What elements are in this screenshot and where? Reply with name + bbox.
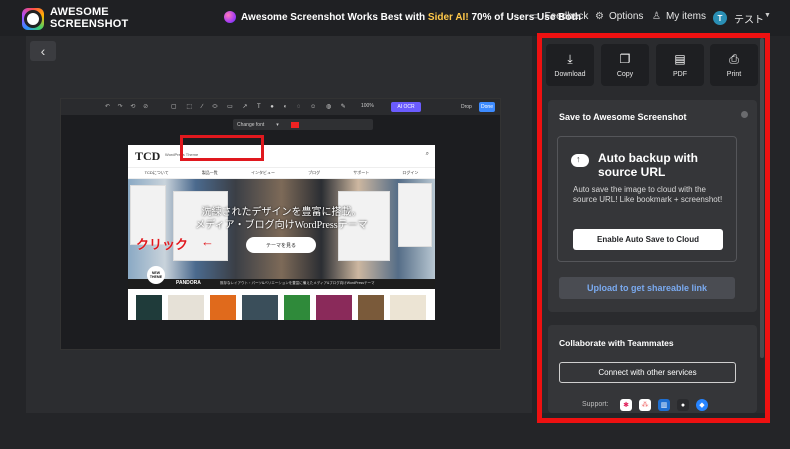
chevron-down-icon[interactable]: ▼ [764,12,771,19]
copy-icon: ❐ [619,51,631,66]
webpage-logo: TCD [135,149,161,163]
app-logo-text: AWESOME SCREENSHOT [50,6,128,30]
feedback-icon: ▭ [530,11,540,22]
my-items-label: My items [665,11,706,22]
webpage-nav-item: ブログ [308,170,321,175]
app-logo-icon [22,8,44,30]
brand-line-2: SCREENSHOT [50,18,129,30]
promo-prefix: Awesome Screenshot Works Best with [241,11,428,23]
pdf-icon: ▤ [674,51,686,66]
actions-panel: ⤓ Download ❐ Copy ▤ PDF ⎙ Print Save to … [537,36,767,413]
copy-label: Copy [616,70,634,78]
webpage-nav-item: サポート [353,170,370,175]
webpage-nav-item: TCDについて [144,170,169,175]
download-button[interactable]: ⤓ Download [546,44,594,86]
annotation-rectangle[interactable] [180,135,264,161]
auto-backup-card: Auto backup with source URL Auto save th… [557,136,737,262]
auto-backup-description: Auto save the image to cloud with the so… [573,185,723,204]
trello-icon: ▥ [658,399,670,411]
print-label: Print [726,70,742,78]
drop-button[interactable]: Drop [461,104,472,110]
hero-strip-text: 既存なレイアウト・パーツ&バリエーションを豊富に備えたメディア&ブログ向けWor… [220,281,375,285]
webpage-header: TCD WordPress Theme ⌕ [128,145,435,167]
zoom-level[interactable]: 100% [361,103,374,109]
info-icon[interactable] [741,111,748,118]
font-select[interactable]: Change font [237,122,264,128]
chevron-left-icon: ‹ [40,43,46,59]
theme-thumb [210,295,236,320]
theme-thumb [136,295,162,320]
options-label: Options [608,11,644,22]
theme-thumb [358,295,384,320]
theme-thumb [284,295,310,320]
upload-shareable-link-button[interactable]: Upload to get shareable link [559,277,735,299]
back-button[interactable]: ‹ [30,41,56,61]
user-name[interactable]: テスト [734,11,764,26]
ai-ocr-button[interactable]: AI OCR [391,102,421,112]
download-icon: ⤓ [567,51,573,66]
drawing-tools-icons[interactable]: ▢ ⬚ ∕ ⬭ ▭ ↗ T ● ◐ ◌ ☺ ◍ ✎ [171,103,350,111]
pdf-label: PDF [673,70,687,78]
hero-subtitle: メディア・ブログ向けWordPressテーマ [195,220,368,231]
panel-scrollbar[interactable] [760,38,764,358]
print-button[interactable]: ⎙ Print [710,44,758,86]
webpage-nav-item: インタビュー [250,170,275,175]
asana-icon: ⁂ [639,399,651,411]
options-link[interactable]: ⚙ Options [595,11,643,22]
search-icon: ⌕ [425,151,429,157]
jira-icon: ◆ [696,399,708,411]
annotation-text[interactable]: クリック [136,234,188,253]
brand-line-1: AWESOME [50,6,109,18]
avatar[interactable]: T [713,11,727,25]
done-button[interactable]: Done [479,102,495,112]
captured-webpage: TCD WordPress Theme ⌕ TCDについて 製品一覧 インタビュ… [128,145,435,320]
gear-icon: ⚙ [595,11,604,22]
copy-button[interactable]: ❐ Copy [601,44,649,86]
hero-button: テーマを見る [246,237,316,253]
hero-brand: PANDORA [176,280,201,286]
feedback-link[interactable]: ▭ Feedback [530,11,588,22]
my-items-link[interactable]: ♙ My items [652,11,706,22]
support-label: Support: [582,401,609,408]
theme-thumb [168,295,204,320]
screenshot-preview[interactable]: ↶ ↷ ⟲ ⊘ ▢ ⬚ ∕ ⬭ ▭ ↗ T ● ◐ ◌ ☺ ◍ ✎ 100% A… [60,98,501,350]
print-icon: ⎙ [729,51,739,66]
theme-thumb [242,295,278,320]
slack-icon: ✱ [620,399,632,411]
editor-toolbar: ↶ ↷ ⟲ ⊘ ▢ ⬚ ∕ ⬭ ▭ ↗ T ● ◐ ◌ ☺ ◍ ✎ 100% A… [61,99,500,115]
pdf-button[interactable]: ▤ PDF [656,44,704,86]
theme-thumb [390,295,426,320]
download-label: Download [554,70,586,78]
text-style-toolbar: Change font ▾ [233,119,373,130]
cloud-upload-icon [571,154,589,167]
feedback-label: Feedback [544,11,589,22]
annotation-arrow[interactable]: ← [201,234,214,249]
color-swatch[interactable] [290,121,299,128]
theme-thumb [316,295,352,320]
promo-banner[interactable]: Awesome Screenshot Works Best with Sider… [224,11,581,23]
collaborate-title: Collaborate with Teammates [559,338,674,348]
font-size-select[interactable]: ▾ [276,122,279,128]
webpage-nav: TCDについて 製品一覧 インタビュー ブログ サポート ログイン [128,167,435,179]
new-theme-badge: NEW THEME [147,266,165,284]
user-icon: ♙ [652,11,661,22]
top-bar: AWESOME SCREENSHOT Awesome Screenshot Wo… [0,0,790,36]
save-section-title: Save to Awesome Screenshot [559,112,687,122]
webpage-nav-item: ログイン [402,170,419,175]
collaborate-section: Collaborate with Teammates Connect with … [548,325,757,413]
webpage-nav-item: 製品一覧 [201,170,218,175]
github-icon: ● [677,399,689,411]
connect-services-button[interactable]: Connect with other services [559,362,736,383]
sider-ai-icon [224,11,236,23]
theme-thumbnails [136,295,426,320]
auto-backup-title: Auto backup with source URL [598,151,698,179]
promo-highlight: Sider AI! [427,11,469,23]
enable-auto-save-button[interactable]: Enable Auto Save to Cloud [573,229,723,250]
undo-redo-icons[interactable]: ↶ ↷ ⟲ ⊘ [105,103,151,110]
